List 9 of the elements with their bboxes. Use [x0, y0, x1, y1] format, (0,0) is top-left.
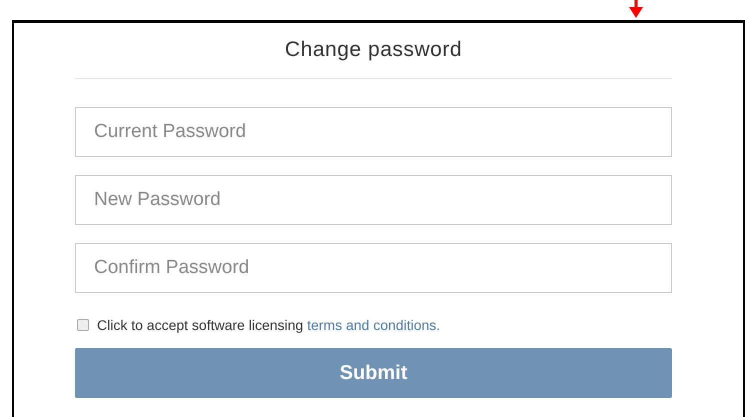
password-field[interactable]: New Password	[75, 174, 672, 224]
terms-checkbox[interactable]	[77, 319, 89, 331]
terms-link[interactable]: terms and conditions.	[307, 316, 440, 332]
dialog-title: Change password	[284, 37, 462, 63]
password-field[interactable]: Confirm Password	[75, 242, 672, 292]
submit-button[interactable]: Submit	[75, 348, 672, 398]
terms-label: Click to accept software licensing	[97, 316, 304, 332]
arrow-icon	[628, 0, 644, 18]
password-field[interactable]: Current Password	[75, 106, 672, 156]
